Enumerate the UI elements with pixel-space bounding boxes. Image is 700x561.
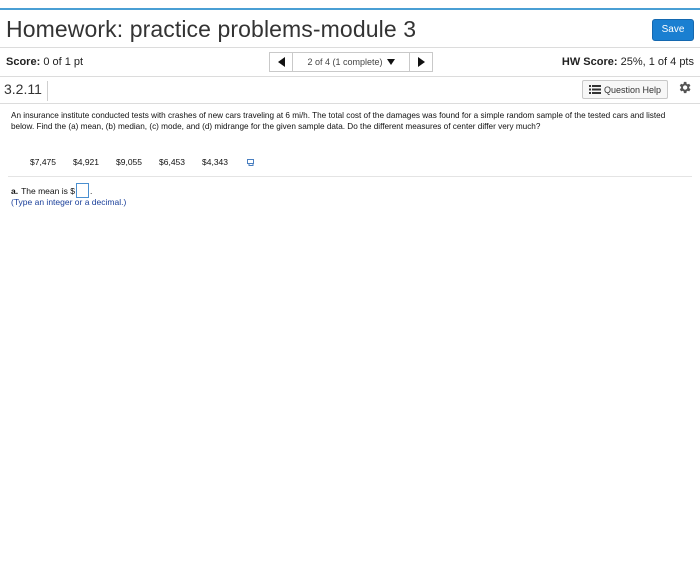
score-value: 0 of 1 pt xyxy=(43,56,84,68)
next-question-button[interactable] xyxy=(409,52,433,72)
data-values-list: $7,475 $4,921 $9,055 $6,453 $4,343 xyxy=(30,157,255,167)
copy-icon[interactable] xyxy=(247,158,255,166)
list-icon xyxy=(588,85,601,94)
question-help-label: Question Help xyxy=(603,84,661,95)
question-select-label: 2 of 4 (1 complete) xyxy=(307,57,383,67)
save-button[interactable]: Save xyxy=(652,19,694,41)
top-accent-line xyxy=(0,8,700,10)
answer-prompt-suffix: . xyxy=(89,185,93,196)
score-bar: Score: 0 of 1 pt 2 of 4 (1 complete) HW … xyxy=(0,47,700,77)
answer-part-label: a. xyxy=(11,185,19,196)
hw-score-display: HW Score: 25%, 1 of 4 pts xyxy=(562,56,694,68)
previous-question-button[interactable] xyxy=(269,52,293,72)
mean-answer-input[interactable] xyxy=(75,183,89,198)
answer-hint: (Type an integer or a decimal.) xyxy=(11,197,127,207)
problem-statement: An insurance institute conducted tests w… xyxy=(11,111,666,131)
answer-part-a: a. The mean is $ . xyxy=(11,183,92,198)
hw-score-label: HW Score: xyxy=(561,56,618,68)
question-header-row: 3.2.11 Question Help xyxy=(0,76,700,104)
gear-icon[interactable] xyxy=(677,80,692,95)
data-value: $9,055 xyxy=(116,157,142,167)
score-display: Score: 0 of 1 pt xyxy=(6,56,83,68)
question-navigator: 2 of 4 (1 complete) xyxy=(269,52,433,72)
hw-score-value: 25%, 1 of 4 pts xyxy=(620,56,694,68)
data-value: $4,921 xyxy=(73,157,99,167)
question-help-button[interactable]: Question Help xyxy=(581,80,668,99)
score-label: Score: xyxy=(6,56,41,68)
answer-prompt: The mean is $ xyxy=(21,185,75,196)
question-select-dropdown[interactable]: 2 of 4 (1 complete) xyxy=(293,52,409,72)
caret-down-icon xyxy=(386,59,395,65)
page-title: Homework: practice problems-module 3 xyxy=(6,16,417,42)
data-value: $7,475 xyxy=(30,157,56,167)
arrow-right-icon xyxy=(417,57,425,67)
data-value: $4,343 xyxy=(202,157,228,167)
data-value: $6,453 xyxy=(159,157,185,167)
section-divider xyxy=(8,176,692,177)
arrow-left-icon xyxy=(277,57,285,67)
question-number: 3.2.11 xyxy=(4,81,48,101)
